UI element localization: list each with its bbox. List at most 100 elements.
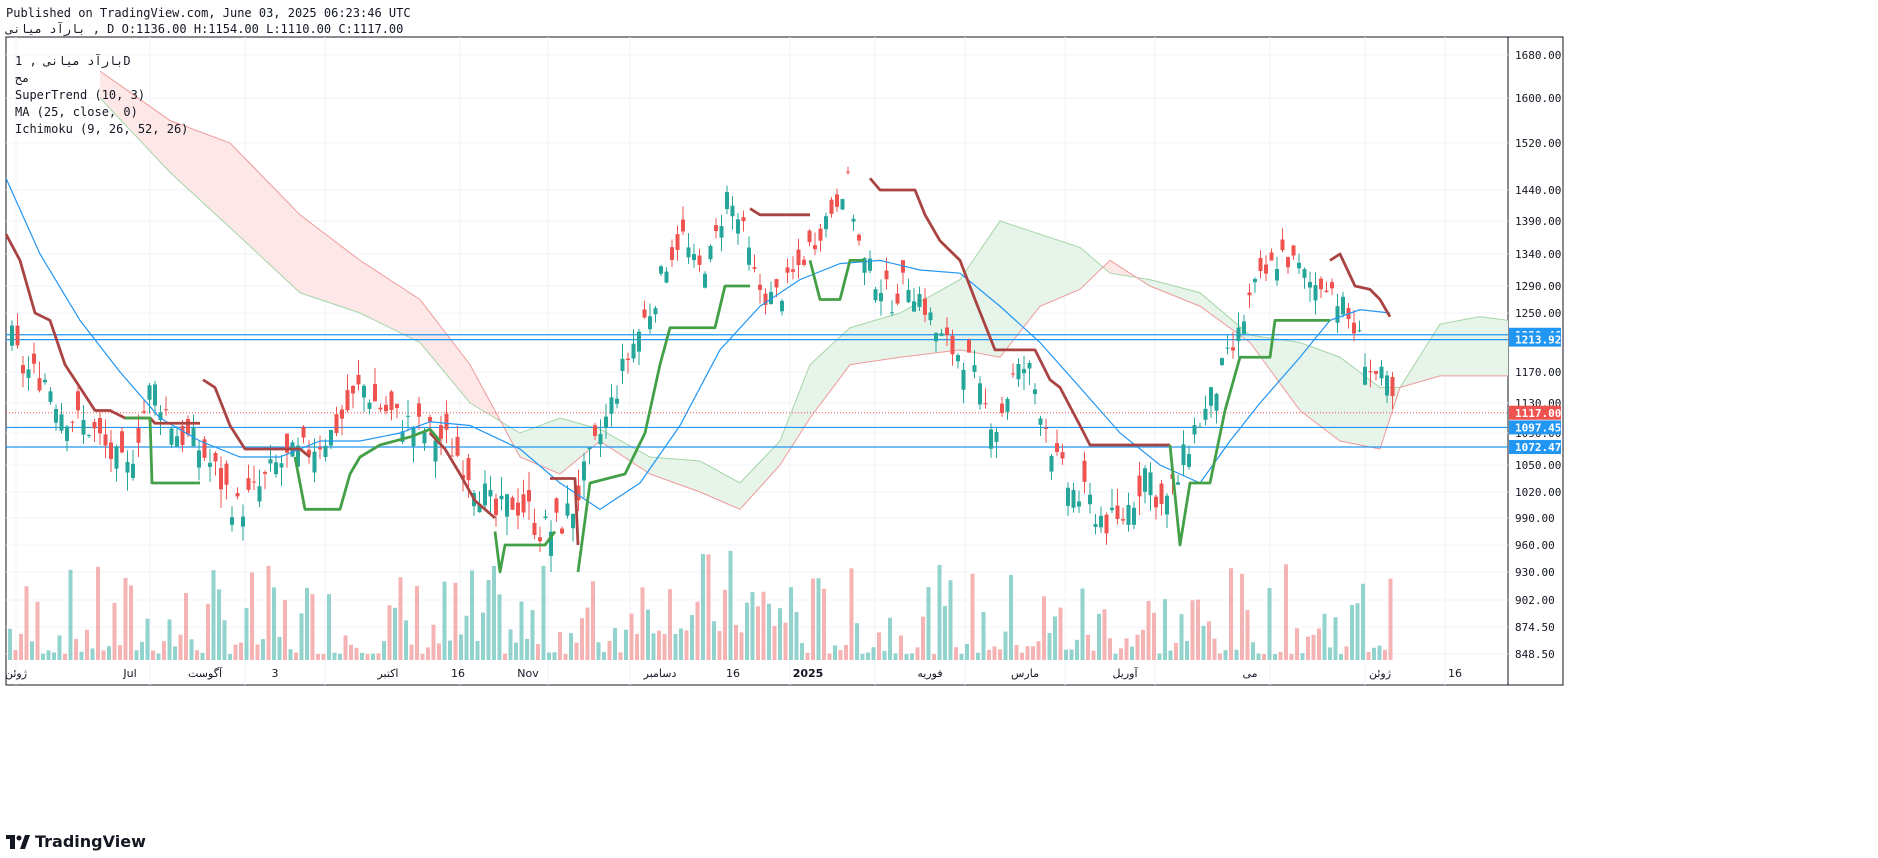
candle-body [615,398,619,404]
cloud-segment [256,169,260,256]
volume-bar [816,578,821,660]
volume-bar [398,577,403,660]
legend-ma[interactable]: MA (25, close, 0) [15,104,188,121]
cloud-segment [456,346,460,391]
candle-body [1209,387,1213,406]
candle-body [351,385,355,394]
candle-body [582,461,586,481]
volume-bar [261,639,265,660]
volume-bar [1003,631,1008,660]
volume-bar [228,653,232,660]
legend-supertrend[interactable]: SuperTrend (10, 3) [15,87,188,104]
volume-bar [1185,641,1189,660]
volume-bar [1388,578,1393,660]
candle-body [527,490,531,502]
candle-body [1302,269,1307,278]
cloud-segment [452,340,456,386]
cloud-segment [688,460,692,490]
candle-body [719,226,724,238]
volume-bar [767,603,771,660]
volume-bar [1014,644,1019,660]
candle-body [1286,257,1290,268]
cloud-segment [248,161,252,249]
volume-bar [288,649,293,660]
candle-body [1280,239,1285,251]
cloud-segment [396,283,400,333]
candle-body [818,228,823,241]
cloud-segment [408,291,412,339]
cloud-segment [308,220,312,297]
tradingview-logo[interactable]: TradingView [6,832,146,851]
candle-body [219,467,223,490]
cloud-segment [1072,244,1076,293]
cloud-segment [300,214,304,295]
volume-bar [563,653,568,660]
volume-bar [657,630,661,660]
volume-bar [547,652,551,660]
candle-body [587,447,592,450]
volume-bar [1207,621,1211,660]
candle-body [494,498,498,515]
cloud-segment [1188,289,1192,304]
candle-body [1297,262,1301,269]
volume-bar [277,636,282,660]
volume-bar [723,589,727,660]
candle-body [637,331,641,352]
volume-bar [178,634,183,660]
legend-symbol[interactable]: بارآد میانی , 1D [15,53,188,70]
candle-body [664,271,669,283]
cloud-segment [320,229,324,301]
volume-bar [437,643,441,660]
y-tick-label: 1250.00 [1515,307,1561,320]
price-chart[interactable]: 848.50 874.50 902.00 930.00 960.00 990.00 1020… [0,0,1878,858]
candle-body [1137,475,1142,497]
candle-body [235,493,240,497]
candle-body [972,365,977,372]
candle-body [604,416,608,428]
volume-bar [129,585,133,660]
volume-bar [833,645,837,660]
volume-bar [717,631,722,660]
candle-body [912,301,916,312]
cloud-segment [732,478,736,508]
candle-body [978,383,982,405]
candle-body [626,358,630,361]
cloud-segment [212,136,216,215]
volume-bar [943,606,947,660]
candle-body [1291,245,1296,256]
candle-body [1088,494,1092,505]
tradingview-logo-icon [6,834,30,849]
candle-body [1027,362,1032,369]
cloud-segment [720,471,724,503]
cloud-segment [380,273,384,325]
cloud-segment [1060,240,1064,298]
volume-bar [46,650,51,660]
volume-bar [453,582,458,660]
cloud-segment [556,418,560,474]
volume-bar [970,573,975,660]
cloud-segment [1504,319,1508,376]
cloud-segment [1040,234,1044,307]
candle-body [1055,443,1059,452]
candle-body [1313,285,1318,301]
cloud-segment [364,262,368,317]
volume-bar [1234,649,1239,660]
volume-bar [354,647,359,660]
volume-bar [8,628,12,660]
volume-bar [1113,653,1118,660]
volume-bar [464,615,469,660]
candle-body [906,289,911,303]
legend-ichimoku[interactable]: Ichimoku (9, 26, 52, 26) [15,121,188,138]
volume-bar [1058,607,1063,660]
cloud-segment [292,206,296,289]
candle-body [230,517,234,525]
cloud-segment [216,137,220,218]
volume-bar [1201,625,1206,660]
cloud-segment [1364,375,1368,447]
candle-body [890,312,894,314]
candle-body [670,247,674,260]
x-tick-label: می [1242,667,1257,680]
volume-bar [838,649,843,660]
volume-bar [1372,647,1376,660]
volume-bar [618,652,623,660]
